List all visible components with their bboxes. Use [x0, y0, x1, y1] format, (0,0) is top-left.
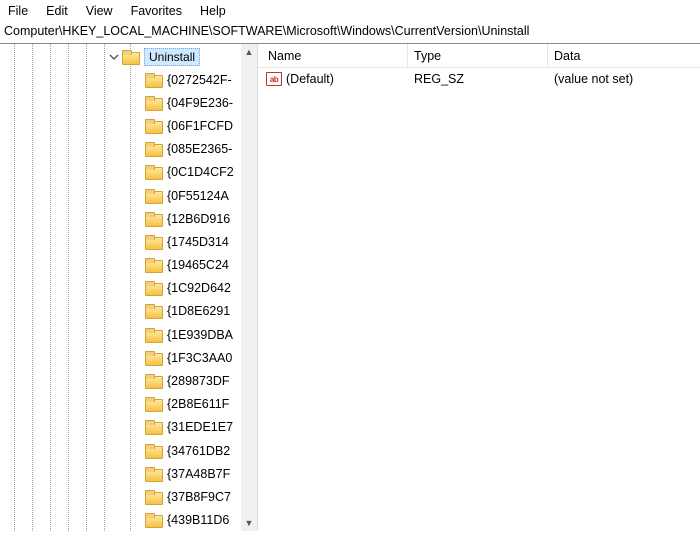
tree-item-label: {0272542F-: [167, 73, 232, 87]
value-data: (value not set): [548, 72, 700, 86]
tree-scrollbar[interactable]: ▲ ▼: [241, 44, 257, 531]
tree-item-label: {06F1FCFD: [167, 119, 233, 133]
folder-icon: [122, 49, 140, 65]
tree-item-label: {31EDE1E7: [167, 420, 233, 434]
column-header-name[interactable]: Name: [258, 44, 408, 67]
tree-item-label: {37B8F9C7: [167, 490, 231, 504]
scroll-down-icon[interactable]: ▼: [241, 515, 257, 531]
tree-item-label: {1D8E6291: [167, 304, 230, 318]
registry-tree[interactable]: Uninstall {0272542F-{04F9E236-{06F1FCFD{…: [0, 44, 257, 531]
menu-favorites[interactable]: Favorites: [131, 4, 182, 18]
column-header-data[interactable]: Data: [548, 44, 700, 67]
tree-item-label: {37A48B7F: [167, 467, 230, 481]
folder-icon: [145, 466, 163, 482]
folder-icon: [145, 512, 163, 528]
tree-item-label: {12B6D916: [167, 212, 230, 226]
tree-item-label: {439B11D6: [167, 513, 229, 527]
folder-icon: [145, 72, 163, 88]
tree-item-label: {1745D314: [167, 235, 229, 249]
menu-view[interactable]: View: [86, 4, 113, 18]
workspace: Uninstall {0272542F-{04F9E236-{06F1FCFD{…: [0, 44, 700, 531]
list-body: ab (Default) REG_SZ(value not set): [258, 68, 700, 90]
tree-item-label: {289873DF: [167, 374, 230, 388]
folder-icon: [145, 419, 163, 435]
folder-icon: [145, 280, 163, 296]
folder-icon: [145, 327, 163, 343]
tree-item-label: {04F9E236-: [167, 96, 233, 110]
tree-pane: Uninstall {0272542F-{04F9E236-{06F1FCFD{…: [0, 44, 258, 531]
chevron-down-icon[interactable]: [108, 51, 120, 63]
folder-icon: [145, 350, 163, 366]
tree-children: {0272542F- {04F9E236- {06F1FCFD {085E2365- {…: [0, 68, 257, 531]
tree-item-label: {2B8E611F: [167, 397, 229, 411]
folder-icon: [145, 95, 163, 111]
menu-help[interactable]: Help: [200, 4, 226, 18]
tree-item-label: {1C92D642: [167, 281, 231, 295]
address-bar[interactable]: Computer\HKEY_LOCAL_MACHINE\SOFTWARE\Mic…: [0, 22, 700, 44]
string-value-icon: ab: [266, 72, 282, 86]
folder-icon: [145, 396, 163, 412]
value-name: (Default): [286, 72, 334, 86]
folder-icon: [145, 118, 163, 134]
list-header: Name Type Data: [258, 44, 700, 68]
folder-icon: [145, 443, 163, 459]
list-row[interactable]: ab (Default) REG_SZ(value not set): [258, 68, 700, 90]
tree-item-label: {0C1D4CF2: [167, 165, 234, 179]
tree-item-label: {34761DB2: [167, 444, 230, 458]
folder-icon: [145, 211, 163, 227]
menu-edit[interactable]: Edit: [46, 4, 68, 18]
folder-icon: [145, 257, 163, 273]
folder-icon: [145, 373, 163, 389]
value-type: REG_SZ: [408, 72, 548, 86]
menu-file[interactable]: File: [8, 4, 28, 18]
tree-item-label: Uninstall: [144, 48, 200, 66]
folder-icon: [145, 164, 163, 180]
tree-item-label: {1F3C3AA0: [167, 351, 232, 365]
tree-item-label: {1E939DBA: [167, 328, 233, 342]
folder-icon: [145, 303, 163, 319]
address-path: Computer\HKEY_LOCAL_MACHINE\SOFTWARE\Mic…: [4, 24, 529, 38]
scroll-up-icon[interactable]: ▲: [241, 44, 257, 60]
tree-item-selected[interactable]: Uninstall: [0, 46, 257, 68]
folder-icon: [145, 188, 163, 204]
folder-icon: [145, 234, 163, 250]
tree-item-label: {19465C24: [167, 258, 229, 272]
tree-item-label: {0F55124A: [167, 189, 229, 203]
column-header-type[interactable]: Type: [408, 44, 548, 67]
menu-bar: File Edit View Favorites Help: [0, 0, 700, 22]
tree-item-label: {085E2365-: [167, 142, 232, 156]
values-pane: Name Type Data ab (Default) REG_SZ(value n…: [258, 44, 700, 531]
folder-icon: [145, 141, 163, 157]
folder-icon: [145, 489, 163, 505]
